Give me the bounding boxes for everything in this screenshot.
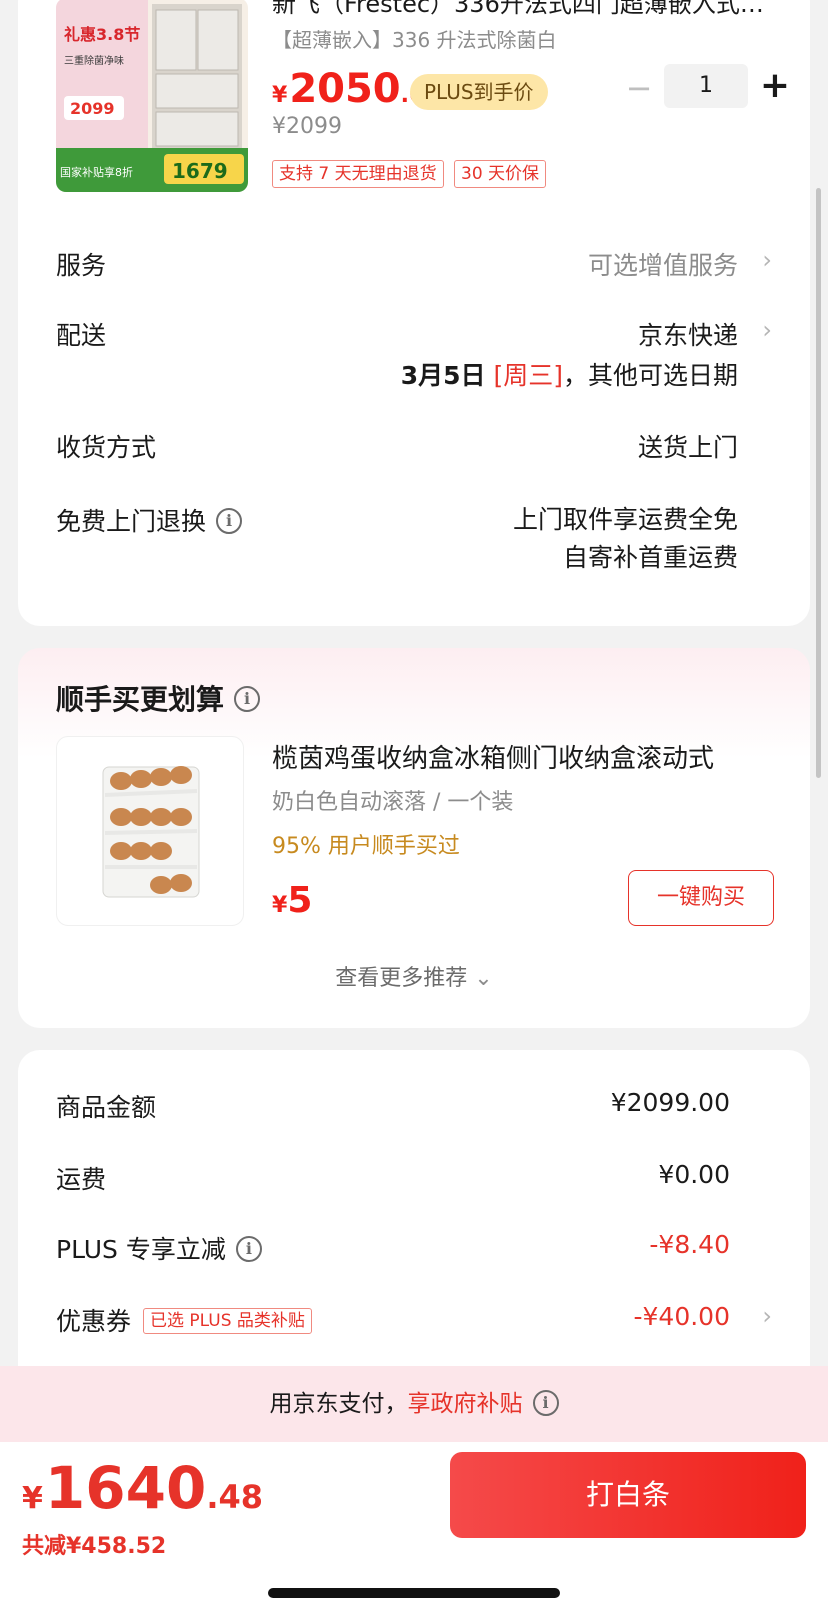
quantity-input[interactable]: 1 xyxy=(664,64,748,108)
service-value[interactable]: 可选增值服务 xyxy=(588,246,738,282)
addon-price-symbol: ¥ xyxy=(272,893,288,918)
addon-price-integer: 5 xyxy=(287,880,313,921)
return-value-2: 自寄补首重运费 xyxy=(562,543,738,572)
addon-section-title: 顺手买更划算 i xyxy=(56,678,261,718)
shipping-label: 运费 xyxy=(56,1165,107,1194)
one-click-buy-button[interactable]: 一键购买 xyxy=(628,870,774,926)
info-icon[interactable]: i xyxy=(216,508,243,534)
coupon-label-text: 优惠券 xyxy=(56,1307,132,1336)
goods-amount-value: ¥2099.00 xyxy=(610,1088,730,1117)
addon-product-image[interactable] xyxy=(56,736,244,926)
receive-value[interactable]: 送货上门 xyxy=(638,428,738,464)
total-decimal: .48 xyxy=(206,1478,263,1516)
banner-highlight: 享政府补贴 xyxy=(407,1391,523,1417)
addon-section-title-text: 顺手买更划算 xyxy=(56,683,225,716)
delivery-label: 配送 xyxy=(56,321,107,350)
delivery-other-dates: ，其他可选日期 xyxy=(562,361,738,390)
product-spec[interactable]: 【超薄嵌入】336 升法式除菌白 xyxy=(272,24,557,53)
delivery-date[interactable]: 3月5日 [周三]，其他可选日期 xyxy=(401,356,738,392)
coupon-label[interactable]: 优惠券 已选 PLUS 品类补贴 xyxy=(56,1302,312,1338)
banner-prefix: 用京东支付， xyxy=(269,1391,408,1417)
return-value-1: 上门取件享运费全免 xyxy=(512,505,738,534)
total-price: ¥ 1640 .48 xyxy=(22,1454,263,1522)
chevron-right-icon[interactable]: › xyxy=(762,316,772,344)
delivery-weekday: [周三] xyxy=(493,361,563,390)
addon-price: ¥5 xyxy=(272,880,312,921)
service-label: 服务 xyxy=(56,251,107,280)
delivery-value[interactable]: 京东快递 xyxy=(638,316,738,352)
plus-discount-label: PLUS 专享立减 i xyxy=(56,1230,262,1266)
product-title[interactable]: 新飞（Frestec）336升法式四门超薄嵌入式冰箱 xyxy=(272,0,772,19)
addon-card: 顺手买更划算 i 榄茵鸡蛋收纳盒冰箱侧门收纳盒滚动式 奶白色自动滚落 / 一个装 … xyxy=(18,648,810,1028)
receive-label: 收货方式 xyxy=(56,433,157,462)
more-recommendations-text: 查看更多推荐 xyxy=(335,966,468,991)
chevron-right-icon[interactable]: › xyxy=(762,246,772,274)
product-price: ¥ 2050 .6 xyxy=(272,66,424,112)
svg-text:1679: 1679 xyxy=(172,159,228,183)
chevron-down-icon: ⌄ xyxy=(474,966,493,991)
info-icon[interactable]: i xyxy=(234,686,261,712)
price-protect-tag: 30 天价保 xyxy=(454,160,547,188)
total-integer: 1640 xyxy=(44,1454,207,1522)
checkout-bar: ¥ 1640 .48 共减¥458.52 打白条 xyxy=(0,1442,828,1620)
total-symbol: ¥ xyxy=(22,1481,43,1516)
goods-amount-label: 商品金额 xyxy=(56,1093,157,1122)
delivery-date-text: 3月5日 xyxy=(400,361,486,390)
return-label: 免费上门退换 i xyxy=(56,502,243,538)
home-indicator[interactable] xyxy=(268,1588,560,1598)
shipping-value: ¥0.00 xyxy=(658,1160,730,1189)
addon-product-spec[interactable]: 奶白色自动滚落 / 一个装 xyxy=(272,784,513,816)
minus-icon[interactable]: − xyxy=(624,68,654,108)
addon-hint: 95% 用户顺手买过 xyxy=(272,834,460,859)
plus-discount-label-text: PLUS 专享立减 xyxy=(56,1235,226,1264)
price-symbol: ¥ xyxy=(272,83,288,108)
plus-icon[interactable]: + xyxy=(758,66,792,106)
price-integer: 2050 xyxy=(289,66,401,112)
svg-text:礼惠3.8节: 礼惠3.8节 xyxy=(64,25,140,44)
product-image[interactable]: 礼惠3.8节 三重除菌净味 2099 国家补贴享8折 1679 xyxy=(56,0,248,192)
svg-text:三重除菌净味: 三重除菌净味 xyxy=(64,54,124,67)
info-icon[interactable]: i xyxy=(532,1389,559,1416)
info-icon[interactable]: i xyxy=(235,1236,262,1262)
return-policy-tag: 支持 7 天无理由退货 xyxy=(272,160,444,188)
return-label-text: 免费上门退换 xyxy=(56,507,207,536)
original-price: ¥2099 xyxy=(272,114,342,139)
pay-button[interactable]: 打白条 xyxy=(450,1452,806,1538)
more-recommendations[interactable]: 查看更多推荐 ⌄ xyxy=(18,960,810,992)
svg-text:国家补贴享8折: 国家补贴享8折 xyxy=(60,165,133,179)
coupon-tag: 已选 PLUS 品类补贴 xyxy=(143,1308,312,1334)
payment-subsidy-banner[interactable]: 用京东支付，享政府补贴 i xyxy=(0,1366,828,1442)
coupon-value[interactable]: -¥40.00 xyxy=(634,1302,731,1331)
order-card: 礼惠3.8节 三重除菌净味 2099 国家补贴享8折 1679 新飞（Frest… xyxy=(18,0,810,626)
addon-product-title[interactable]: 榄茵鸡蛋收纳盒冰箱侧门收纳盒滚动式 xyxy=(272,738,772,775)
scrollbar[interactable] xyxy=(816,188,821,778)
plus-price-badge: PLUS到手价 xyxy=(410,74,548,110)
total-saved[interactable]: 共减¥458.52 xyxy=(22,1528,166,1560)
chevron-right-icon[interactable]: › xyxy=(762,1302,772,1330)
plus-discount-value: -¥8.40 xyxy=(649,1230,730,1259)
svg-text:2099: 2099 xyxy=(70,99,115,118)
